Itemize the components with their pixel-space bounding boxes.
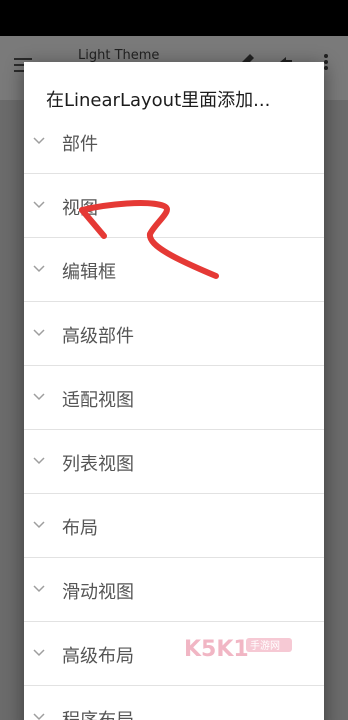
chevron-down-icon <box>33 329 45 337</box>
category-item-adapter-views[interactable]: 适配视图 <box>24 366 324 430</box>
category-item-scroll-views[interactable]: 滑动视图 <box>24 558 324 622</box>
category-label: 布局 <box>62 518 98 539</box>
category-label: 视图 <box>62 198 98 219</box>
chevron-down-icon <box>33 265 45 273</box>
chevron-down-icon <box>33 713 45 720</box>
category-label: 高级布局 <box>62 646 134 667</box>
chevron-down-icon <box>33 393 45 401</box>
category-label: 高级部件 <box>62 326 134 347</box>
watermark-logo: K5K1 手游网 <box>184 637 292 662</box>
category-label: 列表视图 <box>62 454 134 475</box>
category-item-views[interactable]: 视图 <box>24 174 324 238</box>
category-label: 程序布局 <box>62 706 134 720</box>
category-label: 部件 <box>62 134 98 155</box>
category-item-program-layouts[interactable]: 程序布局 <box>24 686 324 720</box>
chevron-down-icon <box>33 585 45 593</box>
status-bar <box>0 0 348 36</box>
add-view-dialog: 在LinearLayout里面添加... 部件 视图 编辑框 高级部件 适配视图… <box>24 62 324 720</box>
chevron-down-icon <box>33 201 45 209</box>
category-label: 滑动视图 <box>62 582 134 603</box>
category-item-layouts[interactable]: 布局 <box>24 494 324 558</box>
category-label: 适配视图 <box>62 390 134 411</box>
chevron-down-icon <box>33 137 45 145</box>
chevron-down-icon <box>33 521 45 529</box>
chevron-down-icon <box>33 457 45 465</box>
category-item-advanced-widgets[interactable]: 高级部件 <box>24 302 324 366</box>
app-title: Light Theme <box>78 48 160 63</box>
category-label: 编辑框 <box>62 262 116 283</box>
category-item-list-views[interactable]: 列表视图 <box>24 430 324 494</box>
category-item-widgets[interactable]: 部件 <box>24 110 324 174</box>
svg-text:K5K1: K5K1 <box>184 637 249 662</box>
category-item-edit-text[interactable]: 编辑框 <box>24 238 324 302</box>
dialog-title: 在LinearLayout里面添加... <box>46 90 271 111</box>
chevron-down-icon <box>33 649 45 657</box>
svg-text:手游网: 手游网 <box>250 639 280 652</box>
category-list: 部件 视图 编辑框 高级部件 适配视图 列表视图 布局 滑动视图 高级布局 <box>24 110 324 720</box>
